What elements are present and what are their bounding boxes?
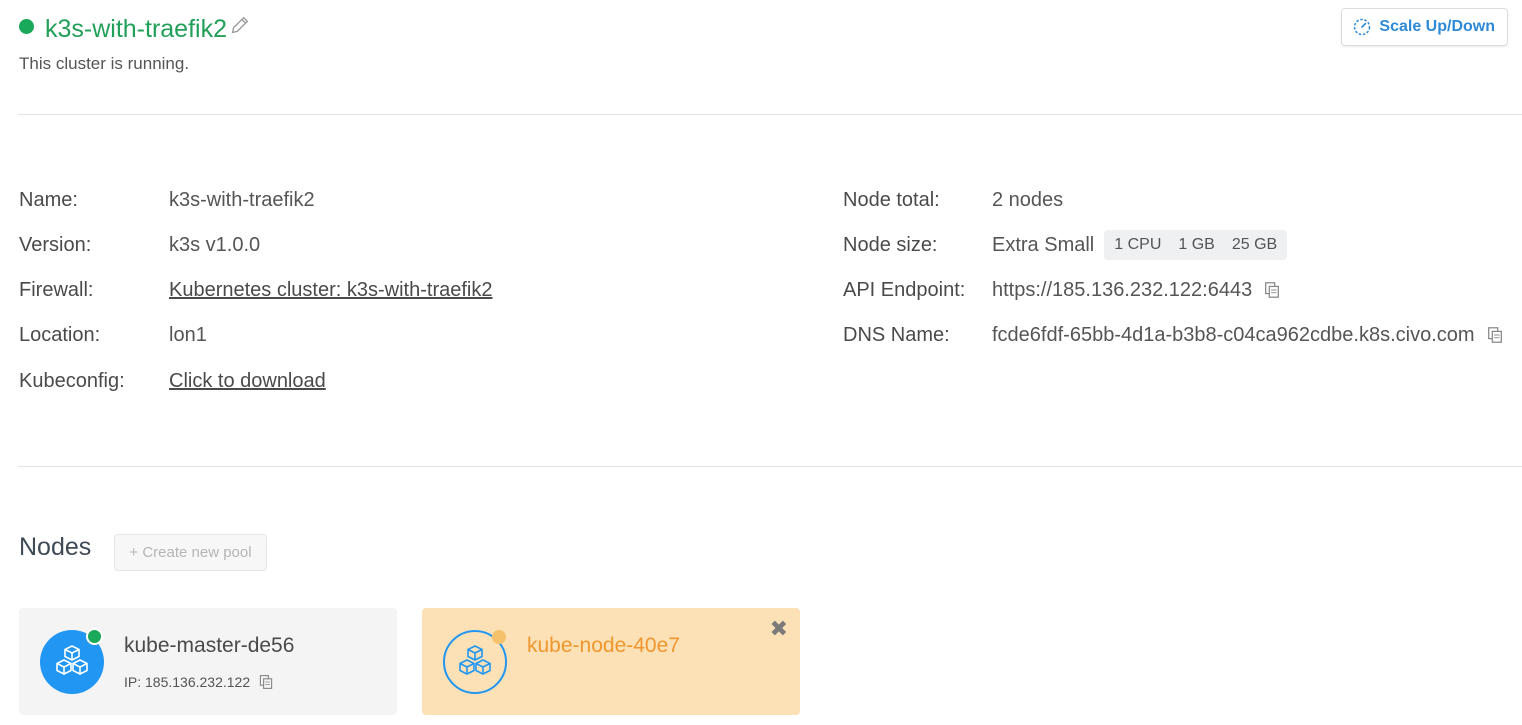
- node-name: kube-master-de56: [124, 634, 295, 657]
- node-name: kube-node-40e7: [527, 634, 680, 657]
- copy-icon[interactable]: [1263, 281, 1281, 299]
- node-ip-text: IP: 185.136.232.122: [124, 674, 251, 690]
- nodes-section-title: Nodes: [19, 533, 92, 561]
- node-size-name: Extra Small: [992, 233, 1095, 256]
- detail-value-dns-name: fcde6fdf-65bb-4d1a-b3b8-c04ca962cdbe.k8s…: [992, 324, 1504, 347]
- spec-disk: 25 GB: [1231, 236, 1278, 253]
- detail-value-name: k3s-with-traefik2: [169, 188, 315, 211]
- detail-value-node-total: 2 nodes: [992, 188, 1064, 211]
- detail-row-api-endpoint: API Endpoint: https://185.136.232.122:64…: [843, 275, 1280, 305]
- node-ip: IP: 185.136.232.122: [124, 674, 274, 690]
- pencil-icon[interactable]: [229, 14, 251, 36]
- detail-row-kubeconfig: Kubeconfig: Click to download: [19, 366, 326, 396]
- detail-label: Node total:: [843, 188, 940, 211]
- scale-button-label: Scale Up/Down: [1379, 18, 1495, 35]
- copy-icon[interactable]: [258, 674, 274, 690]
- spec-cpu: 1 CPU: [1114, 236, 1162, 253]
- cluster-status-dot: [19, 19, 34, 34]
- cubes-icon: [459, 645, 491, 675]
- detail-value-location: lon1: [169, 323, 207, 346]
- spec-ram: 1 GB: [1178, 236, 1215, 253]
- detail-label: DNS Name:: [843, 323, 950, 346]
- details-right: Node total: 2 nodes Node size: Extra Sma…: [843, 185, 1522, 355]
- detail-label: Node size:: [843, 233, 938, 256]
- cluster-status-text: This cluster is running.: [19, 54, 190, 73]
- gauge-icon: [1354, 18, 1371, 36]
- scale-up-down-button[interactable]: Scale Up/Down: [1341, 8, 1508, 46]
- dns-name-text: fcde6fdf-65bb-4d1a-b3b8-c04ca962cdbe.k8s…: [992, 323, 1475, 346]
- detail-row-name: Name: k3s-with-traefik2: [19, 185, 315, 215]
- node-size-specs: 1 CPU 1 GB 25 GB: [1104, 230, 1288, 260]
- detail-row-version: Version: k3s v1.0.0: [19, 230, 260, 260]
- create-new-pool-button[interactable]: + Create new pool: [114, 534, 267, 571]
- detail-value-node-size: Extra Small 1 CPU 1 GB 25 GB: [992, 230, 1288, 260]
- firewall-link[interactable]: Kubernetes cluster: k3s-with-traefik2: [169, 279, 492, 302]
- detail-value-version: k3s v1.0.0: [169, 233, 261, 256]
- detail-value-api-endpoint: https://185.136.232.122:6443: [992, 279, 1281, 302]
- kubeconfig-download-link[interactable]: Click to download: [169, 370, 326, 393]
- node-status-pending: [492, 630, 506, 644]
- detail-row-node-total: Node total: 2 nodes: [843, 185, 1063, 215]
- details-left: Name: k3s-with-traefik2 Version: k3s v1.…: [19, 185, 799, 400]
- api-endpoint-text: https://185.136.232.122:6443: [992, 278, 1253, 301]
- node-card-worker[interactable]: kube-node-40e7 ✖: [422, 608, 800, 715]
- detail-label: Kubeconfig:: [19, 369, 125, 392]
- cluster-title: k3s-with-traefik2: [45, 15, 227, 43]
- detail-row-firewall: Firewall: Kubernetes cluster: k3s-with-t…: [19, 275, 492, 305]
- detail-row-location: Location: lon1: [19, 320, 207, 350]
- detail-label: Location:: [19, 323, 101, 346]
- detail-row-dns-name: DNS Name: fcde6fdf-65bb-4d1a-b3b8-c04ca9…: [843, 320, 1502, 350]
- cubes-icon: [56, 645, 88, 675]
- divider: [18, 114, 1522, 115]
- node-card-master[interactable]: kube-master-de56 IP: 185.136.232.122: [19, 608, 397, 715]
- close-icon[interactable]: ✖: [770, 616, 788, 642]
- detail-label: Version:: [19, 233, 92, 256]
- detail-row-node-size: Node size: Extra Small 1 CPU 1 GB 25 GB: [843, 230, 1288, 260]
- copy-icon[interactable]: [1486, 326, 1504, 344]
- detail-label: API Endpoint:: [843, 278, 966, 301]
- detail-label: Name:: [19, 188, 78, 211]
- divider: [18, 466, 1522, 467]
- cluster-header: k3s-with-traefik2 This cluster is runnin…: [19, 8, 1508, 82]
- detail-label: Firewall:: [19, 278, 94, 301]
- node-status-running: [86, 628, 103, 645]
